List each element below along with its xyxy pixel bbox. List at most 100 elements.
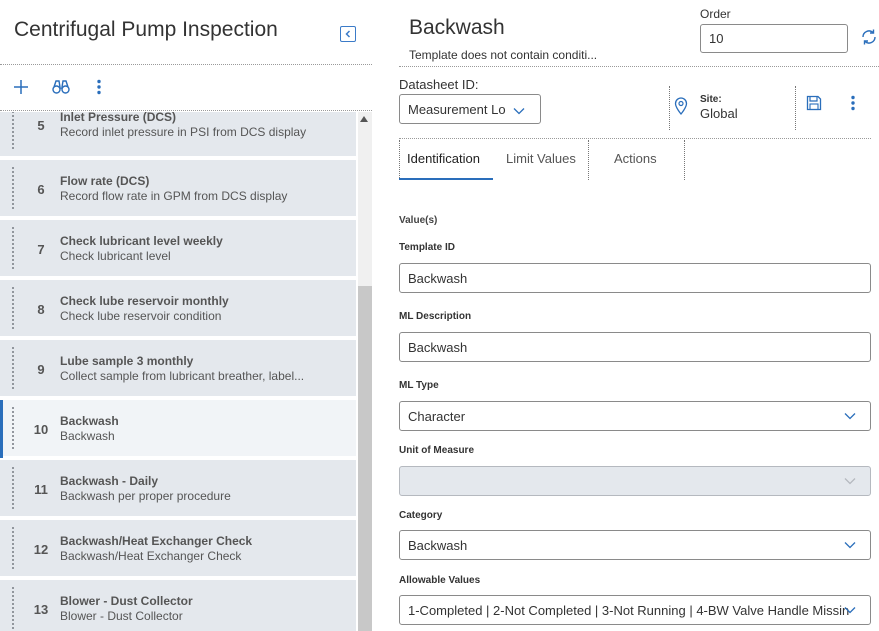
step-title: Inlet Pressure (DCS) xyxy=(60,112,177,124)
plus-icon[interactable] xyxy=(10,76,32,98)
collapse-panel-icon[interactable] xyxy=(340,26,356,42)
tab-identification[interactable]: Identification xyxy=(407,151,480,166)
detail-subtitle: Template does not contain conditi... xyxy=(409,48,598,62)
step-description: Record flow rate in GPM from DCS display xyxy=(60,189,288,203)
allowable-values-label: Allowable Values xyxy=(399,575,481,586)
kebab-icon[interactable] xyxy=(850,95,856,116)
drag-handle-icon[interactable] xyxy=(11,346,15,390)
step-number: 7 xyxy=(37,242,45,257)
list-item[interactable]: 5 Inlet Pressure (DCS) Record inlet pres… xyxy=(0,112,356,158)
ml-description-label: ML Description xyxy=(399,311,472,322)
active-tab-indicator xyxy=(399,178,493,180)
divider xyxy=(0,64,372,65)
order-input[interactable]: 10 xyxy=(700,24,848,53)
allowable-values-select[interactable]: 1-Completed | 2-Not Completed | 3-Not Ru… xyxy=(399,595,871,625)
inspection-step-list: 5 Inlet Pressure (DCS) Record inlet pres… xyxy=(0,112,358,631)
list-scrollbar-thumb[interactable] xyxy=(358,286,372,631)
step-number: 9 xyxy=(37,362,45,377)
step-title: Backwash - Daily xyxy=(60,474,159,488)
unit-of-measure-label: Unit of Measure xyxy=(399,445,475,456)
template-id-value: Backwash xyxy=(408,271,468,286)
step-number: 13 xyxy=(33,602,49,617)
template-id-label: Template ID xyxy=(399,242,455,253)
chevron-down-icon[interactable] xyxy=(513,102,525,120)
drag-handle-icon[interactable] xyxy=(11,226,15,270)
list-item[interactable]: 12 Backwash/Heat Exchanger Check Backwas… xyxy=(0,520,356,578)
ml-type-label: ML Type xyxy=(399,380,439,391)
step-title: Flow rate (DCS) xyxy=(60,174,150,188)
drag-handle-icon[interactable] xyxy=(11,466,15,510)
step-title: Backwash/Heat Exchanger Check xyxy=(60,534,253,548)
category-label: Category xyxy=(399,510,443,521)
step-description: Collect sample from lubricant breather, … xyxy=(60,369,305,383)
divider xyxy=(399,140,400,180)
detail-title: Backwash xyxy=(409,16,505,39)
list-item[interactable]: 13 Blower - Dust Collector Blower - Dust… xyxy=(0,580,356,631)
order-label: Order xyxy=(700,7,731,21)
ml-description-input[interactable]: Backwash xyxy=(399,332,871,362)
drag-handle-icon[interactable] xyxy=(11,586,15,630)
divider xyxy=(795,86,796,130)
detail-panel: Backwash Template does not contain condi… xyxy=(372,0,879,631)
step-title: Lube sample 3 monthly xyxy=(60,354,194,368)
step-number: 10 xyxy=(33,422,49,437)
list-item-selected[interactable]: 10 Backwash Backwash xyxy=(0,400,356,458)
list-item[interactable]: 8 Check lube reservoir monthly Check lub… xyxy=(0,280,356,338)
selection-indicator xyxy=(0,400,3,458)
step-number: 6 xyxy=(37,182,45,197)
divider xyxy=(0,110,372,111)
kebab-icon[interactable] xyxy=(88,76,110,98)
step-title: Backwash xyxy=(60,414,119,428)
allowable-values-value: 1-Completed | 2-Not Completed | 3-Not Ru… xyxy=(408,603,850,618)
divider xyxy=(669,86,670,130)
divider xyxy=(399,66,879,67)
datasheet-label: Datasheet ID: xyxy=(399,77,479,92)
chevron-down-icon[interactable] xyxy=(844,412,856,420)
binoculars-icon[interactable] xyxy=(50,76,72,98)
list-item[interactable]: 6 Flow rate (DCS) Record flow rate in GP… xyxy=(0,160,356,218)
step-number: 12 xyxy=(33,542,49,557)
ml-type-value: Character xyxy=(408,409,466,424)
list-item[interactable]: 9 Lube sample 3 monthly Collect sample f… xyxy=(0,340,356,398)
tab-limit-values[interactable]: Limit Values xyxy=(506,151,576,166)
tab-actions[interactable]: Actions xyxy=(614,151,657,166)
section-label: Value(s) xyxy=(399,215,438,226)
chevron-down-icon[interactable] xyxy=(844,541,856,549)
drag-handle-icon[interactable] xyxy=(11,166,15,210)
divider xyxy=(399,138,871,139)
unit-of-measure-select xyxy=(399,466,871,496)
template-id-input[interactable]: Backwash xyxy=(399,263,871,293)
step-title: Check lubricant level weekly xyxy=(60,234,223,248)
drag-handle-icon[interactable] xyxy=(11,526,15,570)
chevron-down-icon[interactable] xyxy=(844,606,856,614)
step-title: Blower - Dust Collector xyxy=(60,594,193,608)
page-title: Centrifugal Pump Inspection xyxy=(14,18,278,41)
list-item[interactable]: 11 Backwash - Daily Backwash per proper … xyxy=(0,460,356,518)
step-description: Check lube reservoir condition xyxy=(60,309,222,323)
drag-handle-icon[interactable] xyxy=(11,112,15,150)
step-description: Blower - Dust Collector xyxy=(60,609,183,623)
step-description: Backwash per proper procedure xyxy=(60,489,231,503)
site-label: Site: xyxy=(700,94,722,105)
datasheet-value: Measurement Lo xyxy=(408,102,506,117)
divider xyxy=(588,140,589,180)
drag-handle-icon[interactable] xyxy=(11,286,15,330)
save-icon[interactable] xyxy=(806,95,822,116)
category-value: Backwash xyxy=(408,538,468,553)
chevron-down-icon xyxy=(844,478,856,485)
step-number: 8 xyxy=(37,302,45,317)
ml-type-select[interactable]: Character xyxy=(399,401,871,431)
step-number: 11 xyxy=(34,482,48,497)
refresh-icon[interactable] xyxy=(860,28,878,46)
step-description: Record inlet pressure in PSI from DCS di… xyxy=(60,125,307,139)
step-number: 5 xyxy=(37,118,45,133)
drag-handle-icon[interactable] xyxy=(11,406,15,450)
site-value: Global xyxy=(700,106,738,121)
step-title: Check lube reservoir monthly xyxy=(60,294,229,308)
step-description: Backwash xyxy=(60,429,115,443)
list-item[interactable]: 7 Check lubricant level weekly Check lub… xyxy=(0,220,356,278)
list-toolbar xyxy=(0,72,372,108)
scroll-up-arrow-icon[interactable] xyxy=(360,116,368,122)
location-pin-icon xyxy=(674,97,688,120)
category-select[interactable]: Backwash xyxy=(399,530,871,560)
